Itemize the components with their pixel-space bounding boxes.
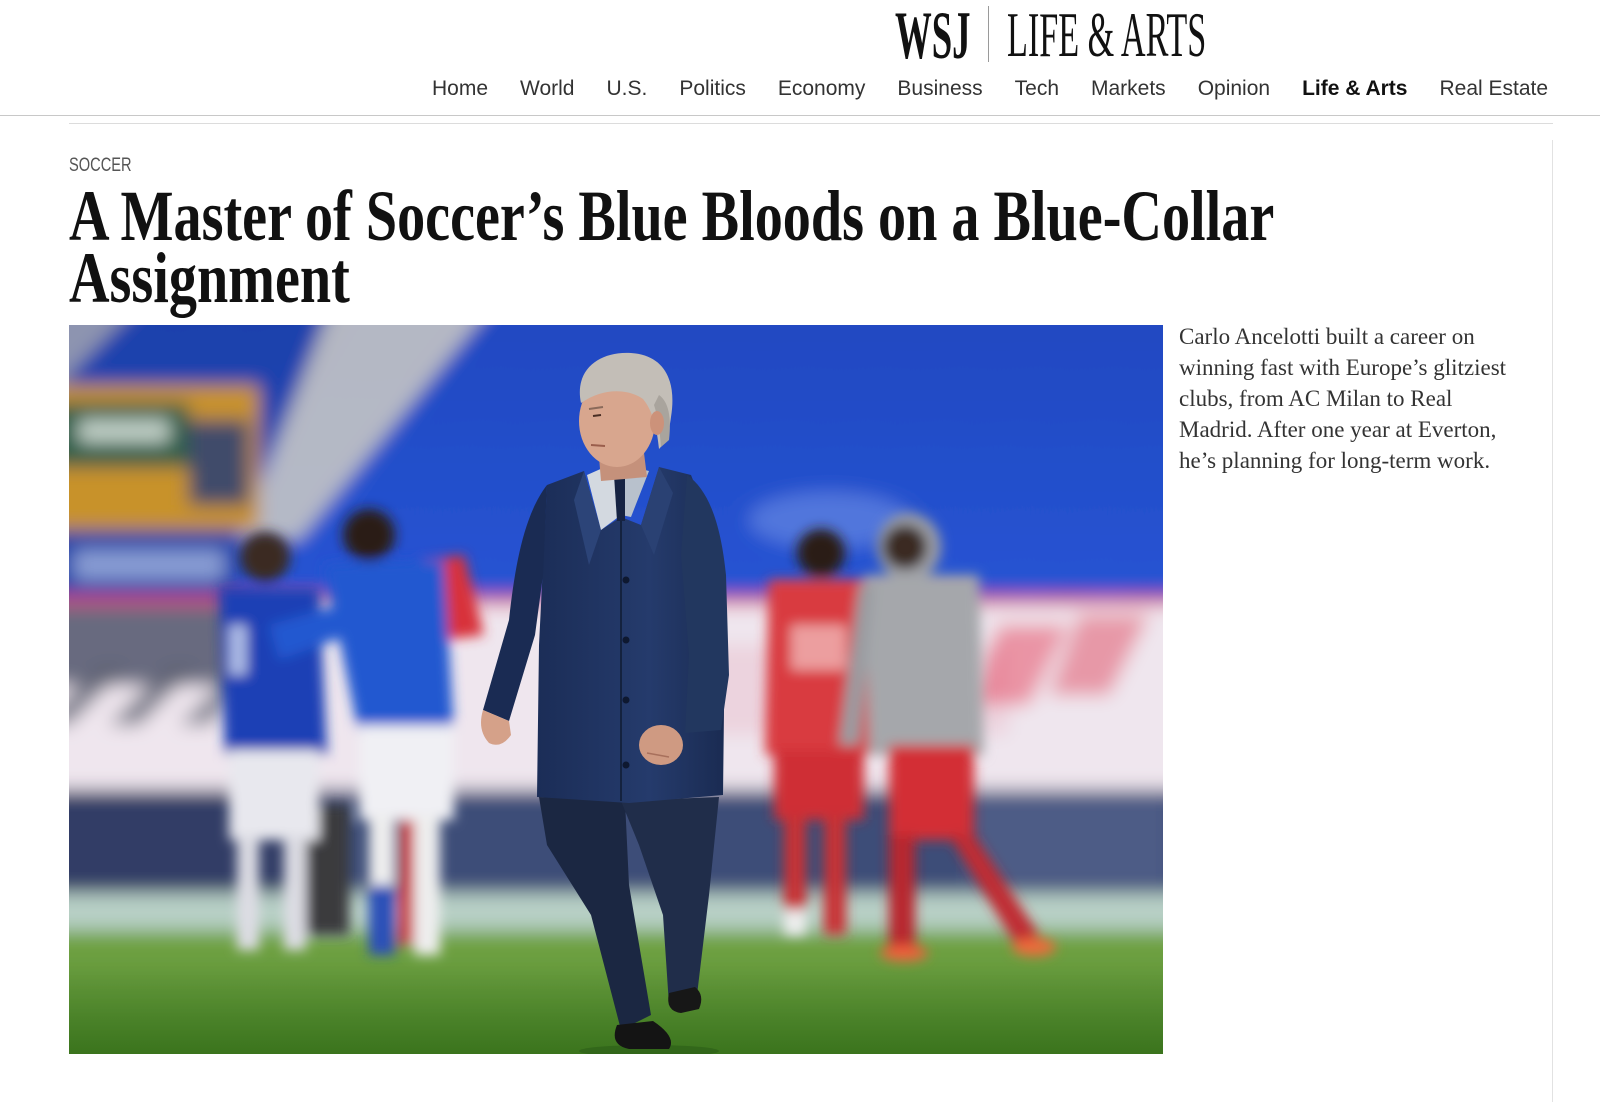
nav-item-home[interactable]: Home — [432, 77, 488, 101]
content-divider — [69, 123, 1553, 124]
main-nav: Home World U.S. Politics Economy Busines… — [432, 77, 1548, 101]
nav-item-opinion[interactable]: Opinion — [1198, 77, 1270, 101]
article-headline[interactable]: A Master of Soccer’s Blue Bloods on a Bl… — [69, 185, 1301, 314]
nav-item-markets[interactable]: Markets — [1091, 77, 1166, 101]
nav-item-politics[interactable]: Politics — [679, 77, 746, 101]
nav-item-economy[interactable]: Economy — [778, 77, 866, 101]
article-summary: Carlo Ancelotti built a career on winnin… — [1179, 324, 1507, 473]
headline-container: A Master of Soccer’s Blue Bloods on a Bl… — [69, 185, 1329, 320]
nav-item-us[interactable]: U.S. — [607, 77, 648, 101]
nav-item-life-arts[interactable]: Life & Arts — [1302, 77, 1407, 101]
nav-item-tech[interactable]: Tech — [1015, 77, 1059, 101]
nav-item-world[interactable]: World — [520, 77, 574, 101]
section-title-life-arts[interactable]: LIFE & ARTS — [1007, 3, 1206, 67]
nav-item-business[interactable]: Business — [897, 77, 982, 101]
column-divider — [1552, 140, 1553, 1102]
article-category[interactable]: SOCCER — [69, 156, 132, 175]
header-divider — [0, 115, 1600, 116]
nav-item-real-estate[interactable]: Real Estate — [1439, 77, 1548, 101]
wsj-logo[interactable]: WSJ — [895, 1, 971, 69]
article-hero-image[interactable] — [69, 325, 1163, 1054]
logo-divider — [988, 6, 989, 62]
